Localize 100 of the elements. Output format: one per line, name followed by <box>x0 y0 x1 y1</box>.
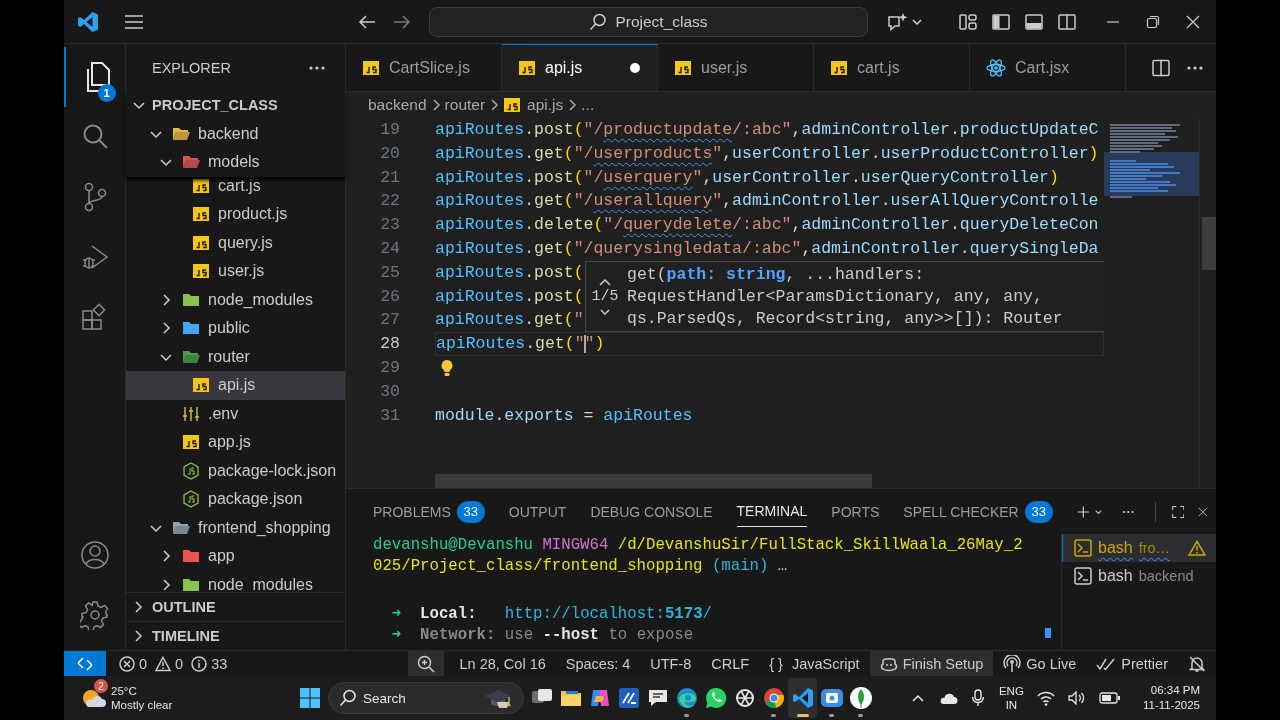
tree-item[interactable]: cart.js <box>126 176 345 200</box>
code-line: apiRoutes.post( <box>435 262 584 282</box>
split-layout-icon[interactable] <box>1058 12 1076 31</box>
panel-toggle-icon[interactable] <box>1025 12 1043 31</box>
tree-item[interactable]: package.json <box>126 485 345 514</box>
tree-item[interactable]: api.js <box>126 371 345 400</box>
editor-tab[interactable]: api.js <box>502 44 658 91</box>
layout-icon[interactable] <box>959 12 977 31</box>
status-item[interactable]: UTF-8 <box>640 651 702 676</box>
account-icon[interactable] <box>79 540 110 570</box>
restore-icon[interactable] <box>1146 14 1160 29</box>
breadcrumb-item[interactable]: router <box>444 96 486 114</box>
tree-item[interactable]: app <box>126 542 345 571</box>
line-number: 31 <box>379 404 401 427</box>
js-file-icon <box>674 58 692 77</box>
tree-item[interactable]: frontend_shopping <box>126 513 345 542</box>
panel-tab[interactable]: TERMINAL <box>736 496 808 527</box>
browser-icon[interactable] <box>674 686 699 710</box>
panel-tab[interactable]: PROBLEMS 33 <box>373 496 485 527</box>
battery-icon[interactable] <box>1098 692 1121 704</box>
horizontal-scrollbar[interactable] <box>435 474 872 488</box>
tree-item[interactable]: backend <box>126 119 345 148</box>
code-line: apiRoutes.get("/querysingledata/:abc",adminController.querySingleDa <box>435 239 1099 258</box>
wifi-icon[interactable] <box>1036 690 1055 706</box>
problems-status[interactable]: 0 0 33 <box>119 655 232 672</box>
tree-item[interactable]: app.js <box>126 428 345 457</box>
close-icon[interactable] <box>1186 14 1200 29</box>
tree-item[interactable]: public <box>126 314 345 343</box>
tree-item[interactable]: models <box>126 148 345 177</box>
tree-item[interactable]: PROJECT_CLASS <box>126 91 345 120</box>
more-icon[interactable] <box>308 64 326 71</box>
js-file-icon <box>192 233 210 252</box>
app-logo-icon <box>77 10 99 33</box>
chevron-down-icon[interactable] <box>600 309 610 315</box>
language-status[interactable]: { } JavaScript <box>759 651 870 676</box>
section-header[interactable]: OUTLINE <box>126 592 345 621</box>
code-line: apiRoutes.post( <box>435 286 584 306</box>
status-item[interactable]: Ln 28, Col 16 <box>449 651 556 676</box>
region-text[interactable]: IN <box>1005 698 1018 712</box>
status-item[interactable]: CRLF <box>701 651 760 676</box>
chat-sparkle-icon[interactable] <box>887 11 909 32</box>
close-icon[interactable] <box>1198 504 1208 519</box>
formatter-status[interactable]: Prettier <box>1086 651 1178 676</box>
tree-item[interactable]: node_modules <box>126 285 345 314</box>
chevron-up-icon[interactable] <box>598 278 612 286</box>
tree-item[interactable]: product.js <box>126 200 345 229</box>
run-debug-icon[interactable] <box>80 243 109 271</box>
tree-item[interactable]: .env <box>126 399 345 428</box>
setup-status[interactable]: Finish Setup <box>869 651 994 676</box>
browser-icon[interactable] <box>761 686 786 710</box>
clock-time[interactable]: 06:34 PM <box>1150 683 1200 698</box>
breadcrumb-item[interactable]: api.js <box>503 96 564 114</box>
code-line: apiRoutes.post("/productupdate/:abc",adminController.productUpdateC <box>435 120 1099 139</box>
chevron-up-icon[interactable] <box>910 694 925 702</box>
tree-item[interactable]: package-lock.json <box>126 456 345 485</box>
status-item[interactable]: Spaces: 4 <box>555 651 641 676</box>
more-icon[interactable] <box>1186 64 1204 71</box>
more-icon[interactable] <box>1122 508 1135 515</box>
split-editor-icon[interactable] <box>1152 58 1170 77</box>
breadcrumb-item[interactable]: ... <box>581 96 595 114</box>
breadcrumb-item[interactable]: backend <box>368 96 427 114</box>
terminal-session[interactable]: bash backend <box>1062 562 1216 590</box>
screen-app-icon[interactable] <box>819 686 844 710</box>
menu-icon[interactable] <box>124 12 144 31</box>
chevron-down-icon[interactable] <box>912 18 922 25</box>
tree-item[interactable]: user.js <box>126 257 345 286</box>
tree-item[interactable]: router <box>126 342 345 371</box>
code-line: apiRoutes.get("/userproducts",userController.userProductController) <box>435 143 1099 163</box>
sidebar-toggle-icon[interactable] <box>992 12 1010 31</box>
start-icon[interactable] <box>300 688 320 708</box>
leaf-icon[interactable] <box>848 686 873 710</box>
panel-tab[interactable]: PORTS <box>831 496 880 527</box>
lightbulb-icon[interactable] <box>439 358 455 377</box>
chat-icon[interactable] <box>703 686 728 710</box>
chevron-down-icon[interactable] <box>1095 508 1103 515</box>
tree-item[interactable]: query.js <box>126 228 345 257</box>
clock-date[interactable]: 11-11-2025 <box>1142 698 1200 713</box>
microphone-icon[interactable] <box>970 689 985 707</box>
panel-tab[interactable]: OUTPUT <box>508 496 567 527</box>
js-file-icon <box>503 96 522 114</box>
js-file-icon <box>830 58 848 77</box>
vertical-scrollbar[interactable] <box>1202 217 1216 270</box>
js-file-icon <box>192 205 210 224</box>
zoom-button[interactable] <box>407 651 444 676</box>
panel-tab[interactable]: SPELL CHECKER 33 <box>903 496 1053 527</box>
panel-tab[interactable]: DEBUG CONSOLE <box>590 496 713 527</box>
temperature-text: 25°C <box>111 684 138 698</box>
terminal-session[interactable]: bash fro… <box>1062 534 1216 562</box>
code-line: apiRoutes.delete("/querydelete/:abc",adminController.queryDeleteCon <box>435 215 1099 235</box>
tile-app-icon[interactable] <box>616 686 641 710</box>
tree-item[interactable]: node_modules <box>126 570 345 592</box>
search-field[interactable]: Project_class <box>429 6 868 37</box>
live-status[interactable]: Go Live <box>993 651 1087 676</box>
code-editor-icon[interactable] <box>790 686 815 710</box>
back-arrow-icon[interactable] <box>358 12 376 31</box>
settings-icon[interactable] <box>79 600 110 630</box>
line-number: 23 <box>379 214 401 237</box>
language-text[interactable]: ENG <box>998 684 1024 698</box>
search-field[interactable]: Search <box>328 682 524 714</box>
speaker-icon[interactable] <box>1067 690 1086 706</box>
